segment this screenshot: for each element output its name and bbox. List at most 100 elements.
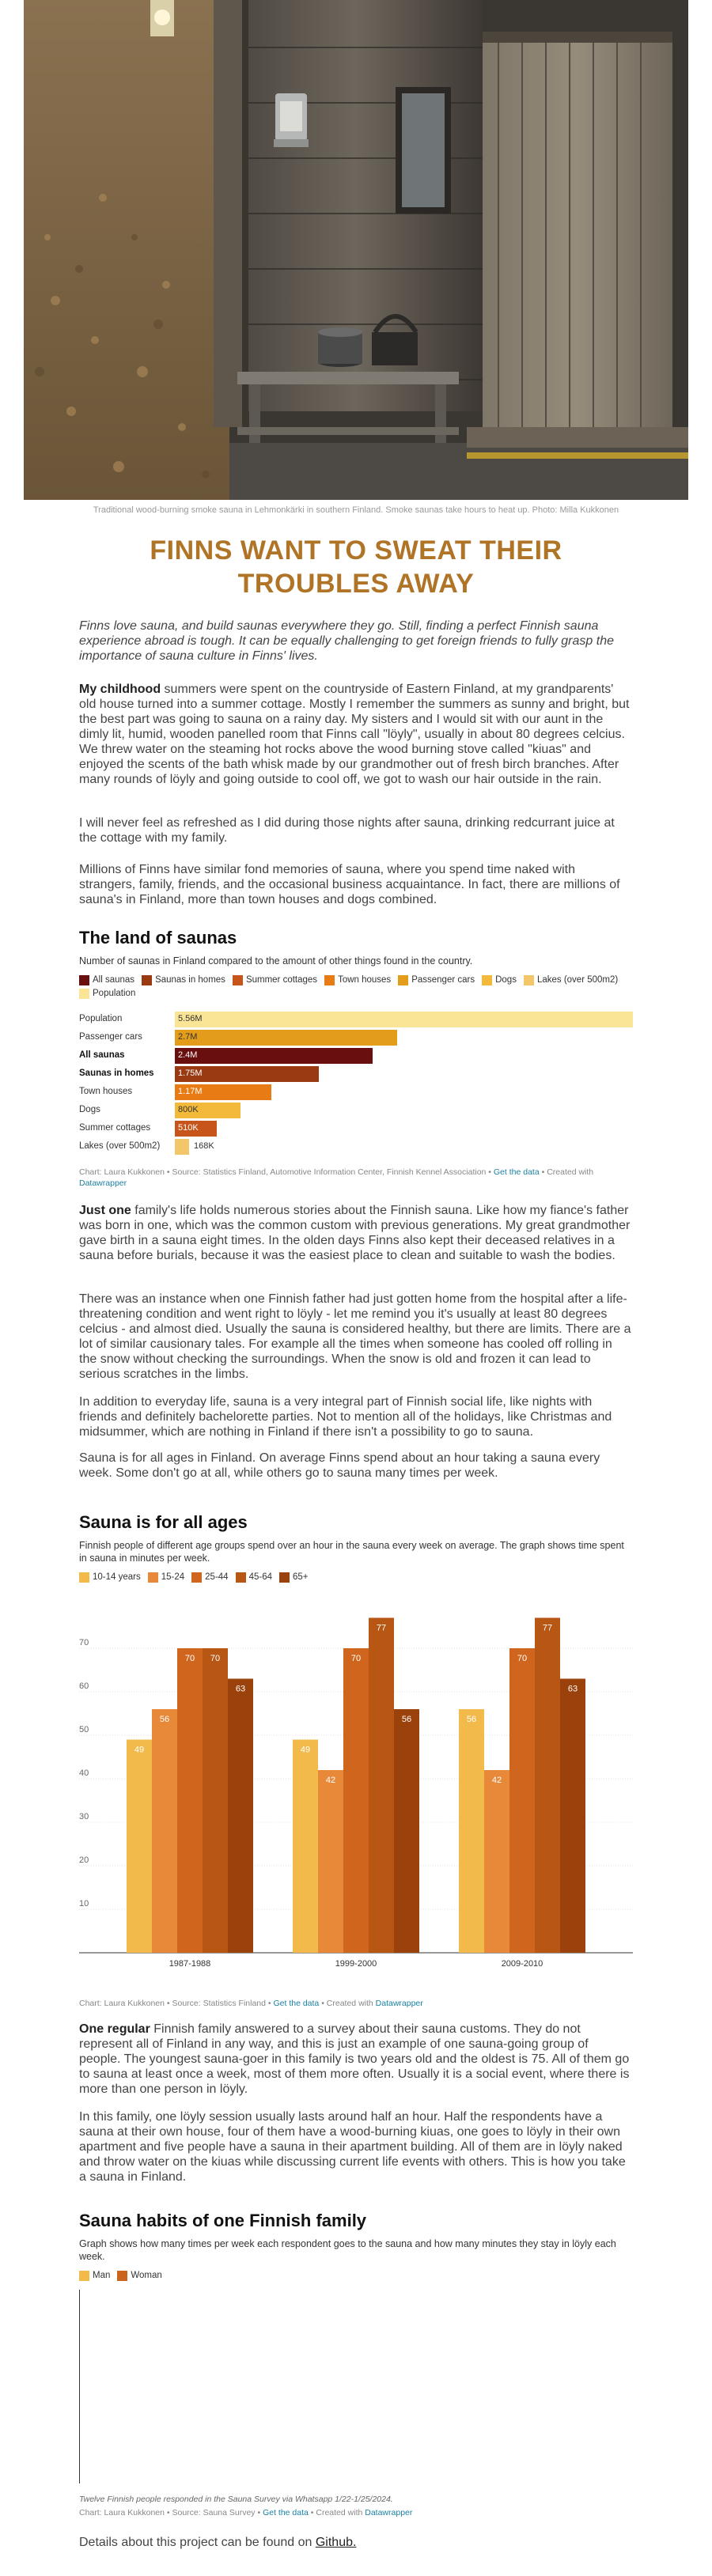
article-intro: Finns love sauna, and build saunas every… [79, 619, 614, 663]
bar-value-label: 510K [178, 1123, 199, 1133]
bar [293, 1739, 318, 1953]
paragraph-loyly-session: In this family, one löyly session usuall… [79, 2110, 626, 2184]
legend-swatch [147, 1572, 158, 1583]
bar [175, 1048, 373, 1064]
chart-subtitle: Finnish people of different age groups s… [79, 1540, 624, 1564]
bar-row: All saunas 2.4M [79, 1048, 633, 1065]
chart-title: Sauna is for all ages [79, 1512, 248, 1532]
bar-value-label: 77 [543, 1624, 552, 1633]
legend-item: Lakes (over 500m2) [523, 974, 619, 987]
legend-label: Man [93, 2271, 111, 2280]
get-data-link[interactable]: Get the data [263, 2508, 309, 2517]
legend-item: Population [79, 987, 135, 1001]
created-with: • Created with [539, 1167, 594, 1177]
paragraph-lead: One regular [79, 2022, 150, 2036]
bar [369, 1617, 394, 1953]
bar-value-label: 800K [178, 1105, 199, 1114]
bar-value-label: 70 [210, 1654, 220, 1663]
legend-swatch [79, 2271, 89, 2281]
paragraph-text: family's life holds numerous stories abo… [79, 1204, 631, 1262]
bar-label: Passenger cars [79, 1032, 142, 1042]
legend-item: Saunas in homes [142, 974, 225, 987]
datawrapper-link[interactable]: Datawrapper [376, 1999, 423, 2008]
paragraph-refreshed: I will never feel as refreshed as I did … [79, 816, 615, 845]
bar [535, 1617, 560, 1953]
datawrapper-link[interactable]: Datawrapper [365, 2508, 412, 2517]
bar-value-label: 49 [301, 1746, 310, 1755]
legend-label: Passenger cars [411, 975, 475, 985]
bar-value-label: 2.7M [178, 1032, 198, 1042]
chart-legend: All saunas Saunas in homes Summer cottages… [79, 974, 633, 1001]
bar-value-label: 70 [517, 1654, 527, 1663]
legend-label: Dogs [495, 975, 517, 985]
paragraph-text: summers were spent on the countryside of… [79, 683, 630, 786]
bar-label: All saunas [79, 1050, 125, 1060]
legend-swatch [523, 975, 534, 985]
article-title: FINNS WANT TO SWEAT THEIR TROUBLES AWAY [150, 535, 562, 599]
bar-chart-area: Population 5.56M Passenger cars 2.7M All sau… [79, 1012, 633, 1160]
github-link[interactable]: Github. [316, 2536, 357, 2549]
chart-footer: Chart: Laura Kukkonen • Source: Statisti… [79, 1998, 633, 2009]
bar-label: Population [79, 1014, 123, 1023]
chart-footer: Chart: Laura Kukkonen • Source: Sauna Su… [79, 2507, 633, 2518]
legend-item: 65+ [279, 1571, 309, 1584]
bar-value-label: 56 [467, 1715, 476, 1724]
datawrapper-link[interactable]: Datawrapper [79, 1178, 127, 1188]
legend-label: Population [93, 989, 136, 998]
legend-swatch [398, 975, 409, 985]
legend-item: Dogs [482, 974, 517, 987]
chart-sauna-all-ages: Sauna is for all ages Finnish people of … [79, 1512, 633, 1584]
legend-label: Woman [131, 2271, 162, 2280]
bar-row: Summer cottages 510K [79, 1121, 633, 1138]
y-tick-label: 40 [79, 1768, 89, 1778]
bar-label: Town houses [79, 1087, 133, 1096]
bar-value-label: 70 [185, 1654, 195, 1663]
legend-item: 10-14 years [79, 1571, 141, 1584]
legend-label: 45-64 [248, 1572, 272, 1582]
legend-item: Summer cottages [232, 974, 318, 987]
legend-swatch [79, 1572, 89, 1583]
bar-value-label: 63 [568, 1685, 578, 1694]
bar [177, 1648, 203, 1953]
sauna-photo-illustration [24, 0, 688, 500]
bar [484, 1770, 509, 1953]
chart-footer: Chart: Laura Kukkonen • Source: Statisti… [79, 1167, 633, 1189]
legend-item: All saunas [79, 974, 134, 987]
bar-row: Population 5.56M [79, 1012, 633, 1029]
bar [175, 1139, 189, 1155]
bar-value-label: 56 [402, 1715, 411, 1724]
bar-value-label: 168K [194, 1141, 214, 1151]
chart-land-of-saunas: The land of saunas Number of saunas in F… [79, 928, 633, 1189]
legend-item: 25-44 [191, 1571, 229, 1584]
y-tick-label: 50 [79, 1725, 89, 1734]
empty-chart-axis [79, 2290, 80, 2483]
bar-value-label: 1.17M [178, 1087, 203, 1096]
chart-credit: Chart: Laura Kukkonen • Source: Statisti… [79, 1167, 494, 1177]
get-data-link[interactable]: Get the data [273, 1999, 319, 2008]
y-tick-label: 10 [79, 1899, 89, 1908]
paragraph-all-ages: Sauna is for all ages in Finland. On ave… [79, 1451, 600, 1480]
bar [203, 1648, 228, 1953]
hero-caption: Traditional wood-burning smoke sauna in … [93, 505, 619, 515]
get-data-link[interactable]: Get the data [494, 1167, 540, 1177]
legend-swatch [142, 975, 153, 985]
x-tick-label: 1999-2000 [335, 1959, 377, 1969]
bar-value-label: 49 [134, 1746, 144, 1755]
bar-value-label: 77 [377, 1624, 386, 1633]
outro: Details about this project can be found … [79, 2535, 633, 2550]
legend-label: Summer cottages [245, 975, 318, 985]
legend-label: Lakes (over 500m2) [536, 975, 619, 985]
chart-subtitle: Number of saunas in Finland compared to … [79, 955, 473, 966]
chart-title: Sauna habits of one Finnish family [79, 2211, 367, 2230]
bar-value-label: 56 [160, 1715, 169, 1724]
legend-swatch [191, 1572, 203, 1583]
legend-swatch [482, 975, 493, 985]
bar-value-label: 70 [351, 1654, 361, 1663]
paragraph-hospital: There was an instance when one Finnish f… [79, 1292, 631, 1381]
chart-credit: Chart: Laura Kukkonen • Source: Statisti… [79, 1999, 274, 2008]
bar-row: Dogs 800K [79, 1103, 633, 1120]
chart-family-habits: Sauna habits of one Finnish family Graph… [79, 2211, 633, 2283]
outro-text: Details about this project can be found … [79, 2536, 316, 2549]
bar [560, 1678, 585, 1953]
paragraph-one-regular: One regular Finnish family answered to a… [79, 2022, 633, 2097]
